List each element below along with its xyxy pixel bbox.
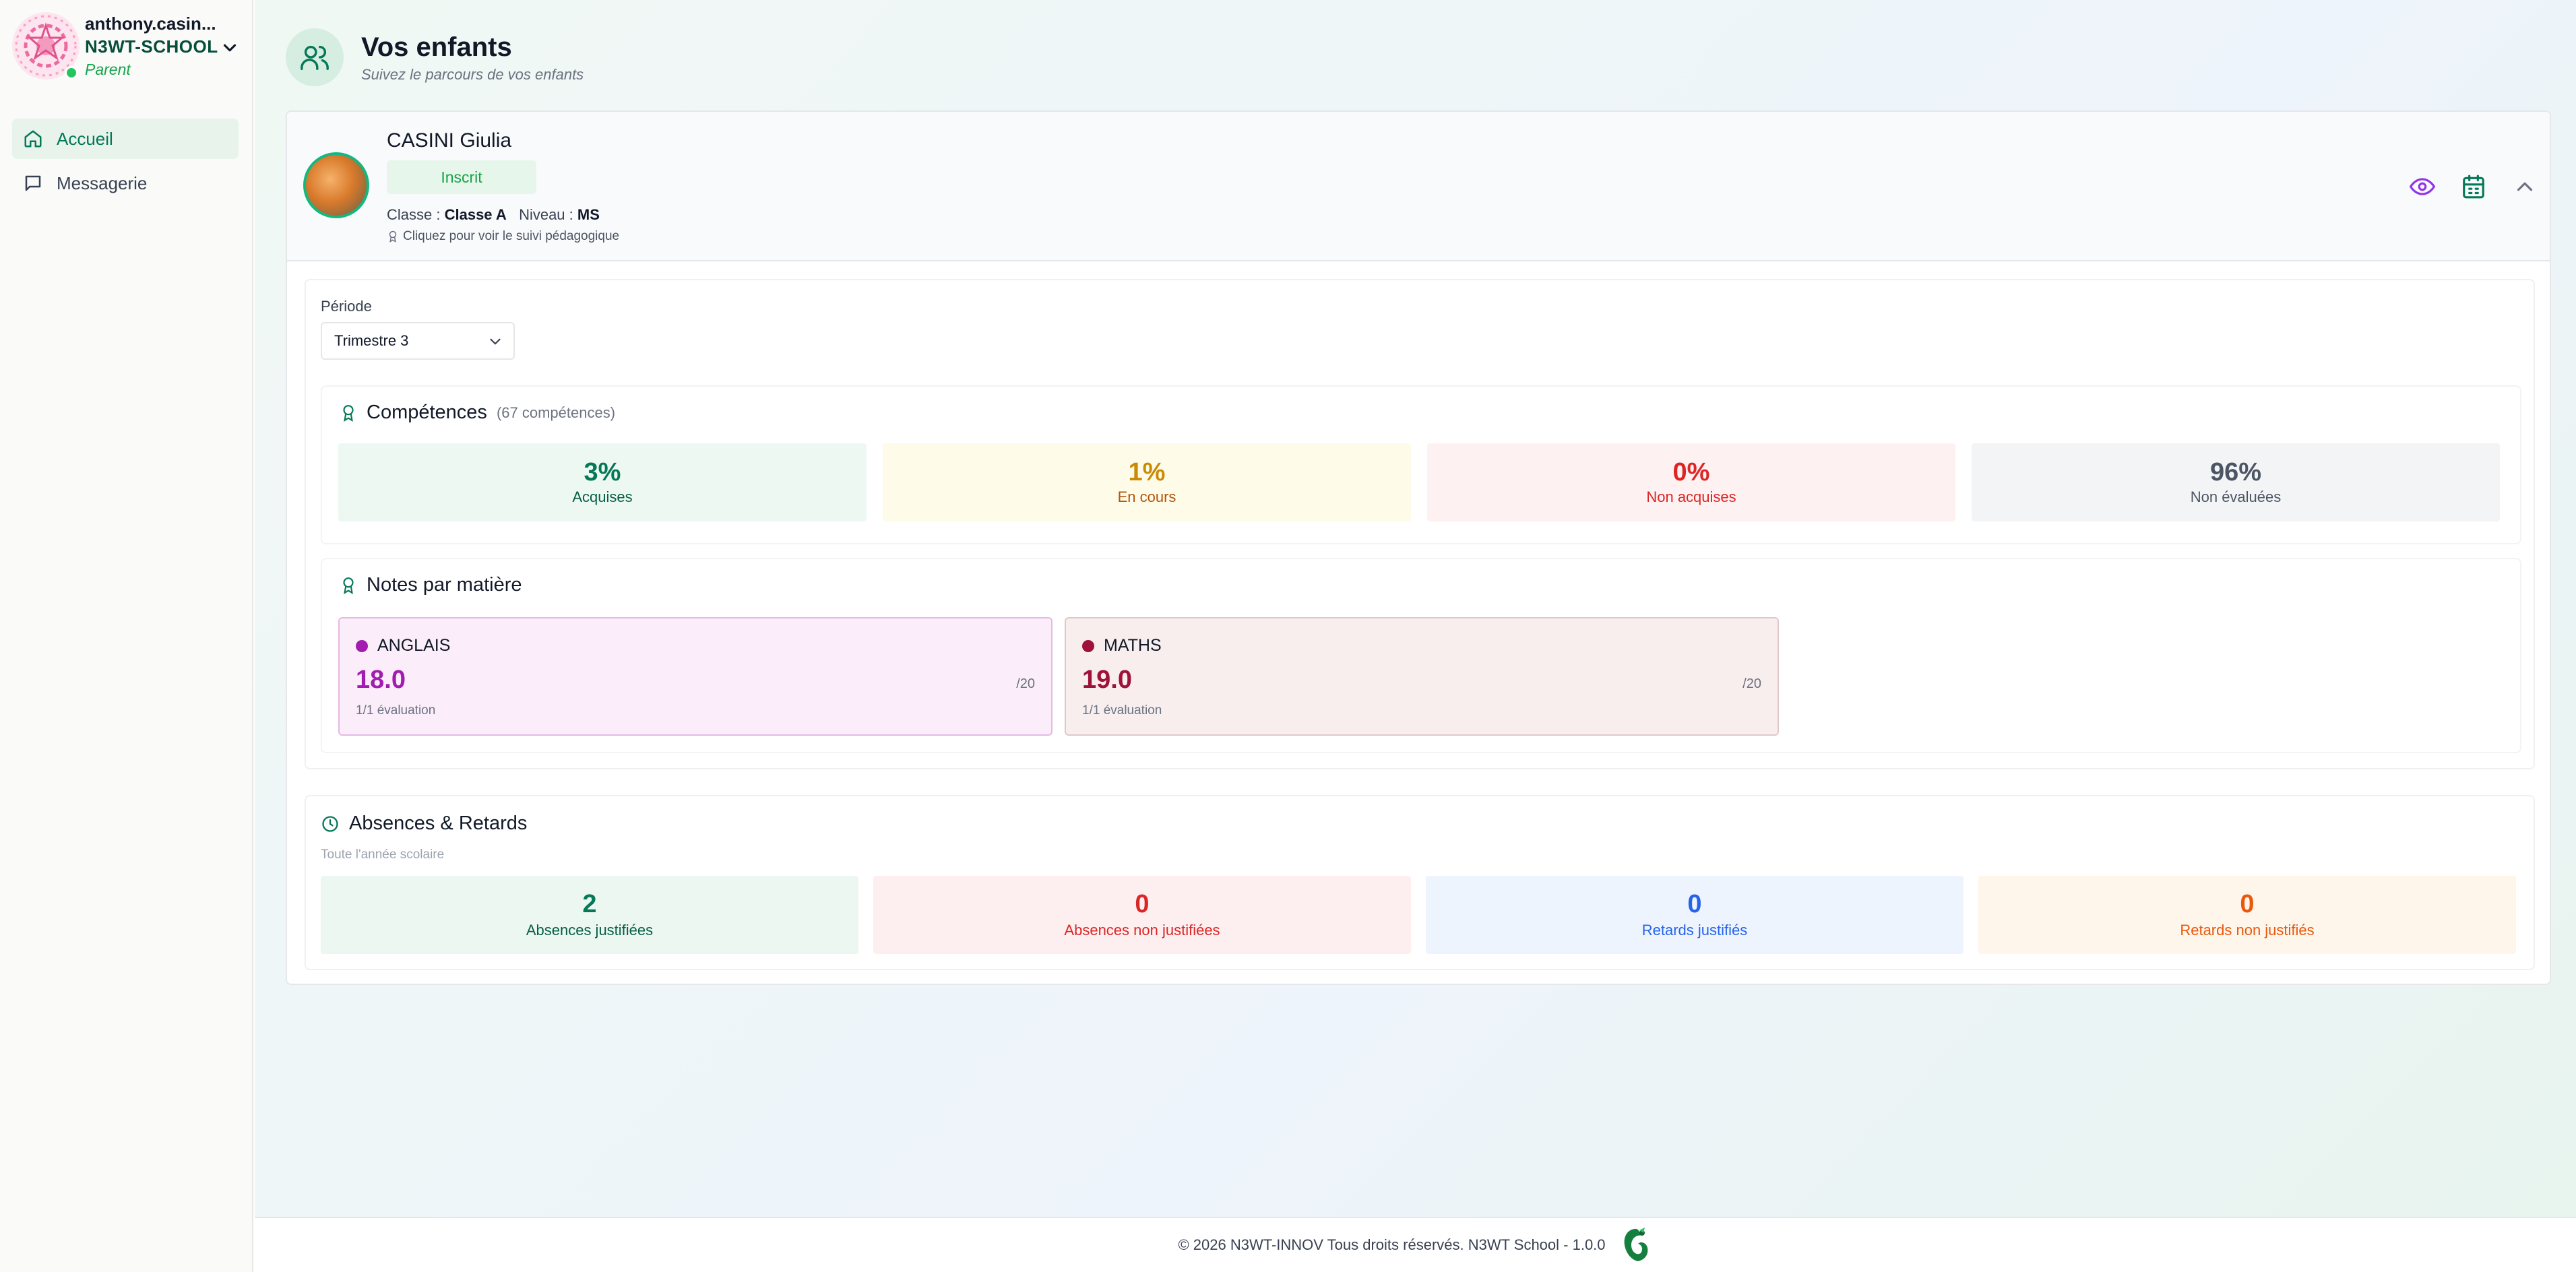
chevron-down-icon (490, 338, 501, 345)
sidebar-nav: Accueil Messagerie (12, 119, 239, 208)
absences-subtitle: Toute l'année scolaire (321, 848, 445, 862)
competences-title-text: Compétences (367, 402, 487, 423)
subject-name: ANGLAIS (356, 636, 450, 656)
hint-text: Cliquez pour voir le suivi pédagogique (403, 229, 620, 243)
competences-title: Compétences (67 compétences) (340, 402, 615, 424)
period-select[interactable]: Trimestre 3 (321, 322, 515, 360)
period-selected: Trimestre 3 (334, 332, 409, 349)
message-icon (25, 175, 41, 191)
users-icon (286, 28, 344, 86)
eye-icon[interactable] (2410, 174, 2435, 199)
notes-title: Notes par matière (340, 574, 522, 596)
subject-grade-max: /20 (1016, 676, 1035, 691)
child-name: CASINI Giulia (387, 129, 512, 152)
award-icon (343, 577, 354, 594)
level-label: Niveau : (519, 206, 577, 223)
subject-color-dot (356, 639, 368, 652)
child-actions (2410, 174, 2538, 199)
stat-value: 0 (1135, 890, 1150, 919)
stat-label: Absences justifiées (526, 921, 654, 939)
competence-stat-non-evaluees: 96% Non évaluées (1972, 443, 2500, 521)
class-info: Classe : Classe A Niveau : MS (387, 206, 600, 224)
user-name: anthony.casin... (85, 13, 216, 34)
absence-stat-justifiees: 2 Absences justifiées (321, 876, 858, 954)
stat-label: Acquises (572, 488, 633, 505)
absences-title: Absences & Retards (321, 813, 527, 835)
stat-label: Non acquises (1646, 488, 1736, 505)
online-status-dot (65, 66, 78, 80)
stat-label: Retards non justifiés (2180, 921, 2315, 939)
pedagogical-hint[interactable]: Cliquez pour voir le suivi pédagogique (387, 229, 619, 244)
stat-value: 0 (1687, 890, 1702, 919)
subject-name: MATHS (1082, 636, 1162, 656)
subject-grade: 19.0 (1082, 666, 1132, 694)
competences-box: Compétences (67 compétences) 3% Acquises… (321, 385, 2521, 544)
period-label: Période (321, 298, 372, 315)
stat-label: Retards justifiés (1641, 921, 1748, 939)
page-subtitle: Suivez le parcours de vos enfants (361, 66, 584, 83)
profile-switcher[interactable]: anthony.casin... N3WT-SCHOOL Parent (9, 9, 245, 84)
competence-stat-acquises: 3% Acquises (338, 443, 867, 521)
subject-card-anglais[interactable]: ANGLAIS 18.0 /20 1/1 évaluation (338, 617, 1053, 736)
sidebar-item-messagerie[interactable]: Messagerie (12, 163, 239, 203)
subject-grade: 18.0 (356, 666, 406, 694)
child-avatar (303, 152, 369, 218)
absence-stat-non-justifiees: 0 Absences non justifiées (873, 876, 1411, 954)
retard-stat-justifies: 0 Retards justifiés (1426, 876, 1964, 954)
stat-value: 0 (2240, 890, 2255, 919)
stat-value: 0% (1672, 458, 1710, 487)
competence-stat-en-cours: 1% En cours (883, 443, 1411, 521)
footer-text: © 2026 N3WT-INNOV Tous droits réservés. … (1178, 1236, 1606, 1253)
level-value: MS (577, 206, 600, 223)
sidebar: anthony.casin... N3WT-SCHOOL Parent Accu… (0, 0, 253, 1272)
stat-value: 96% (2209, 458, 2262, 487)
child-card: CASINI Giulia Inscrit Classe : Classe A … (286, 110, 2551, 985)
subject-label: MATHS (1104, 636, 1162, 655)
stat-label: En cours (1117, 488, 1176, 505)
subject-card-maths[interactable]: MATHS 19.0 /20 1/1 évaluation (1065, 617, 1779, 736)
home-icon (24, 130, 42, 148)
main-content: Vos enfants Suivez le parcours de vos en… (255, 0, 2576, 1217)
user-role: Parent (85, 61, 131, 78)
class-label: Classe : (387, 206, 445, 223)
child-header[interactable]: CASINI Giulia Inscrit Classe : Classe A … (287, 112, 2550, 261)
subject-color-dot (1082, 639, 1094, 652)
competences-count: (67 compétences) (496, 404, 616, 421)
n3wt-logo (1624, 1228, 1647, 1261)
calendar-icon[interactable] (2461, 174, 2486, 199)
status-badge: Inscrit (387, 160, 536, 194)
award-icon (343, 404, 354, 422)
sidebar-item-label: Accueil (57, 128, 113, 149)
subject-evaluations: 1/1 évaluation (356, 703, 436, 718)
subject-grade-max: /20 (1742, 676, 1761, 691)
subject-evaluations: 1/1 évaluation (1082, 703, 1162, 718)
sidebar-item-label: Messagerie (57, 172, 148, 193)
competence-stat-non-acquises: 0% Non acquises (1427, 443, 1955, 521)
absences-title-text: Absences & Retards (349, 813, 528, 834)
absences-section: Absences & Retards Toute l'année scolair… (305, 795, 2535, 970)
stat-value: 1% (1128, 458, 1166, 487)
school-name: N3WT-SCHOOL (85, 36, 218, 57)
retard-stat-non-justifies: 0 Retards non justifiés (1978, 876, 2516, 954)
notes-title-text: Notes par matière (367, 574, 522, 596)
class-value: Classe A (444, 206, 507, 223)
award-icon (389, 230, 397, 243)
clock-icon (322, 815, 338, 832)
period-section: Période Trimestre 3 Compétences (67 comp… (305, 279, 2535, 769)
stat-label: Absences non justifiées (1064, 921, 1220, 939)
stat-value: 3% (584, 458, 621, 487)
notes-box: Notes par matière ANGLAIS 18.0 /20 1/1 é… (321, 558, 2521, 753)
stat-label: Non évaluées (2190, 488, 2282, 505)
chevron-up-icon[interactable] (2512, 174, 2538, 199)
chevron-down-icon[interactable] (220, 38, 240, 58)
stat-value: 2 (582, 890, 597, 919)
page-title: Vos enfants (361, 32, 512, 62)
footer: © 2026 N3WT-INNOV Tous droits réservés. … (255, 1217, 2576, 1272)
subject-label: ANGLAIS (377, 636, 451, 655)
sidebar-item-accueil[interactable]: Accueil (12, 119, 239, 159)
